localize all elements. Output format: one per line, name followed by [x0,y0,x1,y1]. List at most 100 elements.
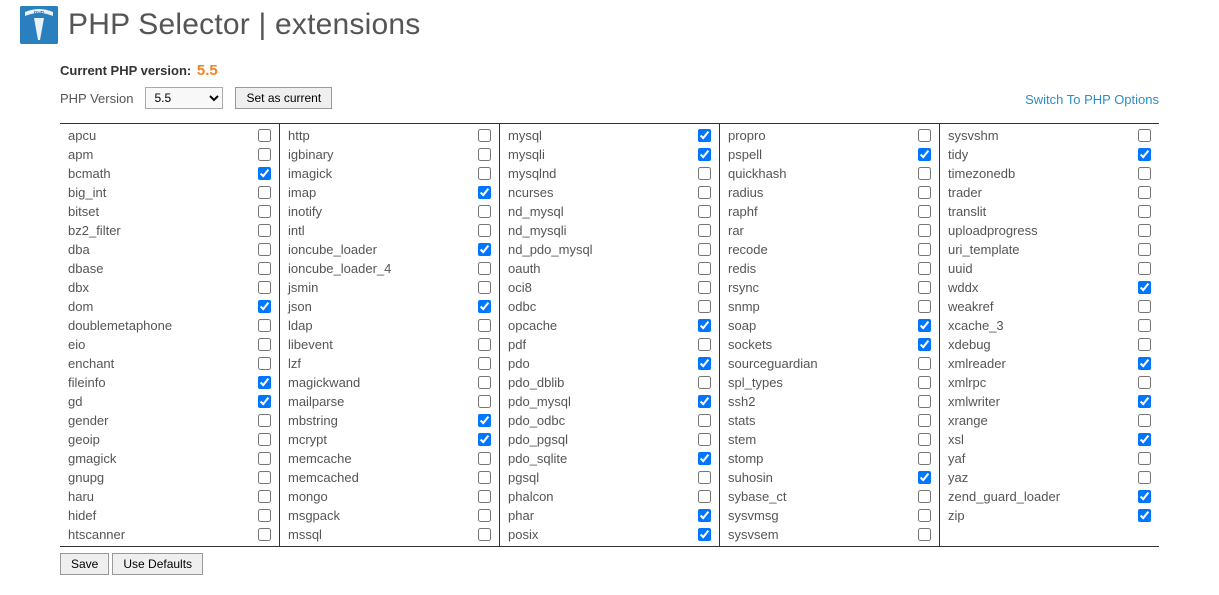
extension-checkbox[interactable] [1138,471,1151,484]
extension-checkbox[interactable] [698,414,711,427]
extension-checkbox[interactable] [258,414,271,427]
extension-checkbox[interactable] [1138,357,1151,370]
extension-checkbox[interactable] [258,243,271,256]
extension-checkbox[interactable] [918,300,931,313]
extension-checkbox[interactable] [258,129,271,142]
extension-checkbox[interactable] [258,148,271,161]
extension-checkbox[interactable] [478,509,491,522]
save-button[interactable]: Save [60,553,109,575]
extension-checkbox[interactable] [478,490,491,503]
extension-checkbox[interactable] [258,528,271,541]
extension-checkbox[interactable] [918,281,931,294]
extension-checkbox[interactable] [698,319,711,332]
extension-checkbox[interactable] [1138,490,1151,503]
extension-checkbox[interactable] [918,319,931,332]
extension-checkbox[interactable] [258,281,271,294]
extension-checkbox[interactable] [918,262,931,275]
extension-checkbox[interactable] [258,509,271,522]
extension-checkbox[interactable] [918,490,931,503]
extension-checkbox[interactable] [918,167,931,180]
extension-checkbox[interactable] [1138,319,1151,332]
extension-checkbox[interactable] [478,205,491,218]
extension-checkbox[interactable] [1138,167,1151,180]
extension-checkbox[interactable] [258,433,271,446]
extension-checkbox[interactable] [478,471,491,484]
extension-checkbox[interactable] [698,471,711,484]
extension-checkbox[interactable] [258,395,271,408]
extension-checkbox[interactable] [478,243,491,256]
extension-checkbox[interactable] [698,357,711,370]
extension-checkbox[interactable] [258,357,271,370]
extension-checkbox[interactable] [258,338,271,351]
php-version-select[interactable]: 5.5 [145,87,223,109]
extension-checkbox[interactable] [918,205,931,218]
extension-checkbox[interactable] [478,452,491,465]
extension-checkbox[interactable] [918,395,931,408]
extension-checkbox[interactable] [698,167,711,180]
extension-checkbox[interactable] [1138,300,1151,313]
extension-checkbox[interactable] [478,433,491,446]
extension-checkbox[interactable] [918,338,931,351]
extension-checkbox[interactable] [918,471,931,484]
extension-checkbox[interactable] [918,224,931,237]
extension-checkbox[interactable] [698,224,711,237]
extension-checkbox[interactable] [698,376,711,389]
extension-checkbox[interactable] [918,357,931,370]
extension-checkbox[interactable] [698,452,711,465]
extension-checkbox[interactable] [698,338,711,351]
extension-checkbox[interactable] [698,433,711,446]
extension-checkbox[interactable] [918,528,931,541]
extension-checkbox[interactable] [478,319,491,332]
extension-checkbox[interactable] [698,281,711,294]
extension-checkbox[interactable] [918,509,931,522]
extension-checkbox[interactable] [1138,186,1151,199]
extension-checkbox[interactable] [698,186,711,199]
extension-checkbox[interactable] [918,148,931,161]
extension-checkbox[interactable] [478,262,491,275]
extension-checkbox[interactable] [918,186,931,199]
extension-checkbox[interactable] [918,433,931,446]
extension-checkbox[interactable] [918,243,931,256]
set-as-current-button[interactable]: Set as current [235,87,332,109]
extension-checkbox[interactable] [698,528,711,541]
extension-checkbox[interactable] [698,262,711,275]
extension-checkbox[interactable] [698,300,711,313]
extension-checkbox[interactable] [258,262,271,275]
extension-checkbox[interactable] [478,167,491,180]
use-defaults-button[interactable]: Use Defaults [112,553,203,575]
extension-checkbox[interactable] [258,300,271,313]
extension-checkbox[interactable] [1138,452,1151,465]
extension-checkbox[interactable] [258,205,271,218]
extension-checkbox[interactable] [698,205,711,218]
extension-checkbox[interactable] [258,376,271,389]
extension-checkbox[interactable] [258,319,271,332]
extension-checkbox[interactable] [1138,129,1151,142]
extension-checkbox[interactable] [478,300,491,313]
switch-to-php-options-link[interactable]: Switch To PHP Options [1025,92,1159,107]
extension-checkbox[interactable] [478,281,491,294]
extension-checkbox[interactable] [1138,509,1151,522]
extension-checkbox[interactable] [478,357,491,370]
extension-checkbox[interactable] [258,224,271,237]
extension-checkbox[interactable] [478,376,491,389]
extension-checkbox[interactable] [698,243,711,256]
extension-checkbox[interactable] [1138,338,1151,351]
extension-checkbox[interactable] [918,414,931,427]
extension-checkbox[interactable] [1138,243,1151,256]
extension-checkbox[interactable] [478,148,491,161]
extension-checkbox[interactable] [918,452,931,465]
extension-checkbox[interactable] [698,148,711,161]
extension-checkbox[interactable] [478,224,491,237]
extension-checkbox[interactable] [1138,262,1151,275]
extension-checkbox[interactable] [918,376,931,389]
extension-checkbox[interactable] [478,338,491,351]
extension-checkbox[interactable] [1138,205,1151,218]
extension-checkbox[interactable] [918,129,931,142]
extension-checkbox[interactable] [698,490,711,503]
extension-checkbox[interactable] [1138,148,1151,161]
extension-checkbox[interactable] [258,471,271,484]
extension-checkbox[interactable] [698,395,711,408]
extension-checkbox[interactable] [1138,414,1151,427]
extension-checkbox[interactable] [258,490,271,503]
extension-checkbox[interactable] [478,395,491,408]
